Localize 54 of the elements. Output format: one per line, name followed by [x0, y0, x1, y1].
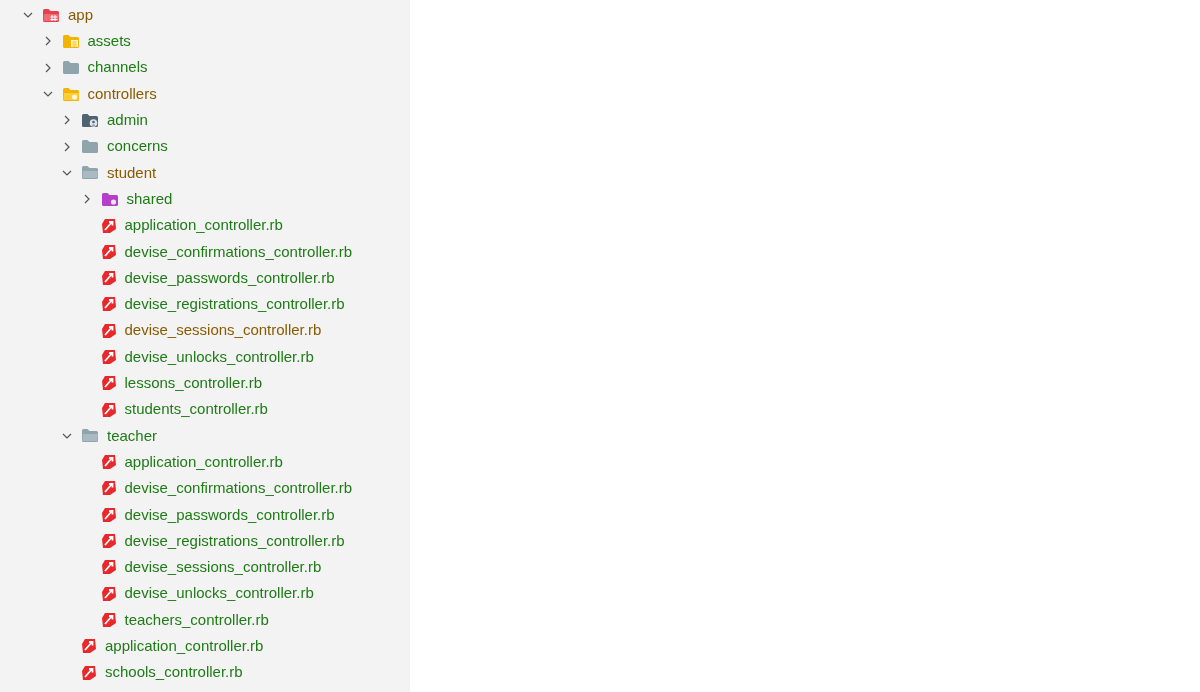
folder-label[interactable]: assets [87, 30, 131, 53]
ruby-file-icon [100, 480, 117, 497]
file-label[interactable]: devise_registrations_controller.rb [124, 529, 345, 553]
file-label[interactable]: devise_unlocks_controller.rb [124, 582, 314, 605]
ruby-file-icon [100, 217, 117, 234]
file-label[interactable]: schools_controller.rb [105, 661, 243, 684]
chevron-icon[interactable] [62, 141, 72, 152]
ruby-file-icon [100, 349, 117, 365]
file-label[interactable]: students_controller.rb [124, 398, 268, 421]
file-label[interactable]: application_controller.rb [105, 635, 264, 658]
folder-icon [81, 112, 99, 128]
file-label[interactable]: devise_sessions_controller.rb [124, 556, 322, 579]
file-label[interactable]: teachers_controller.rb [124, 608, 269, 632]
ruby-file-icon [100, 243, 117, 260]
folder-icon [61, 33, 80, 49]
ruby-file-icon [81, 664, 97, 681]
file-label[interactable]: devise_passwords_controller.rb [124, 266, 335, 290]
folder-icon [81, 139, 99, 155]
file-label[interactable]: application_controller.rb [124, 450, 283, 474]
chevron-icon[interactable] [62, 115, 72, 126]
ruby-file-icon [100, 559, 117, 576]
ruby-file-icon [100, 533, 117, 550]
folder-label[interactable]: admin [107, 109, 148, 132]
folder-label[interactable]: channels [87, 56, 148, 79]
folder-label[interactable]: shared [126, 187, 173, 211]
file-label[interactable]: devise_confirmations_controller.rb [124, 477, 353, 500]
folder-icon [61, 86, 80, 102]
folder-icon [100, 191, 119, 207]
folder-icon [81, 165, 99, 181]
folder-label[interactable]: teacher [107, 424, 158, 448]
ruby-file-icon [100, 322, 117, 339]
ruby-file-icon [100, 611, 117, 628]
file-label[interactable]: devise_sessions_controller.rb [124, 319, 322, 342]
file-label[interactable]: devise_unlocks_controller.rb [124, 345, 314, 369]
ruby-file-icon [100, 296, 117, 313]
ruby-file-icon [100, 375, 117, 392]
ruby-file-icon [100, 270, 117, 287]
ruby-file-icon [100, 401, 117, 418]
folder-label[interactable]: app [68, 3, 94, 27]
folder-icon [81, 428, 99, 444]
folder-icon [61, 60, 80, 76]
file-label[interactable]: devise_passwords_controller.rb [124, 503, 335, 527]
file-label[interactable]: devise_confirmations_controller.rb [124, 240, 353, 264]
ruby-file-icon [100, 585, 117, 602]
folder-label[interactable]: concerns [107, 135, 168, 158]
file-label[interactable]: application_controller.rb [124, 214, 283, 237]
folder-label[interactable]: student [107, 161, 157, 185]
file-label[interactable]: lessons_controller.rb [124, 372, 263, 395]
folder-label[interactable]: controllers [87, 82, 157, 106]
folder-icon [42, 7, 60, 23]
ruby-file-icon [100, 506, 117, 523]
file-label[interactable]: devise_registrations_controller.rb [124, 293, 345, 316]
ruby-file-icon [100, 454, 117, 471]
ruby-file-icon [81, 638, 97, 655]
